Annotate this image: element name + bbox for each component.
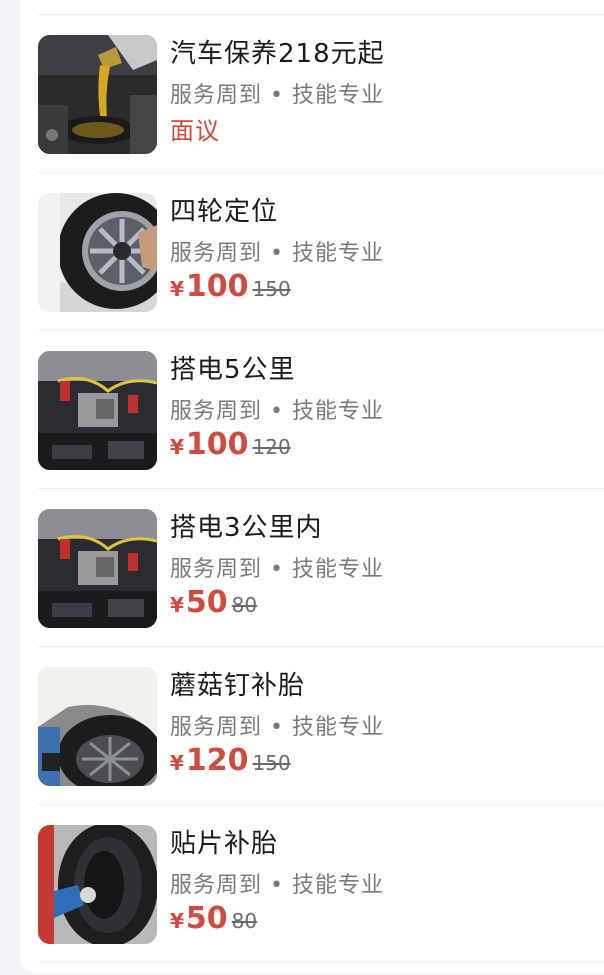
original-price: 80 — [231, 909, 258, 933]
oil-change-photo — [38, 35, 157, 154]
tire-repair-photo — [38, 667, 157, 786]
service-title: 贴片补胎 — [170, 829, 279, 859]
currency-symbol: ¥ — [170, 751, 184, 775]
original-price: 150 — [252, 751, 291, 775]
price-negotiable: 面议 — [170, 117, 220, 145]
service-title: 四轮定位 — [170, 197, 279, 227]
service-item-wheel-alignment[interactable]: 四轮定位 服务周到 • 技能专业 ¥100 150 — [38, 173, 604, 331]
price-row: ¥50 80 — [170, 901, 257, 936]
original-price: 80 — [231, 593, 258, 617]
original-price: 120 — [252, 435, 291, 459]
price-row: ¥120 150 — [170, 743, 291, 778]
price-row: 面议 — [170, 111, 220, 146]
tire-patch-photo — [38, 825, 157, 944]
sale-price: 120 — [185, 743, 249, 778]
service-item-oil-change[interactable]: 汽车保养218元起 服务周到 • 技能专业 面议 — [38, 15, 604, 173]
jump-start-photo — [38, 509, 157, 628]
service-subtitle: 服务周到 • 技能专业 — [170, 873, 384, 898]
sale-price: 100 — [185, 427, 249, 462]
sale-price: 50 — [185, 901, 228, 936]
price-row: ¥50 80 — [170, 585, 257, 620]
service-subtitle: 服务周到 • 技能专业 — [170, 399, 384, 424]
currency-symbol: ¥ — [170, 909, 184, 933]
currency-symbol: ¥ — [170, 277, 184, 301]
sale-price: 100 — [185, 269, 249, 304]
service-title: 汽车保养218元起 — [170, 39, 385, 69]
currency-symbol: ¥ — [170, 593, 184, 617]
price-row: ¥100 120 — [170, 427, 291, 462]
original-price: 150 — [252, 277, 291, 301]
jump-start-photo — [38, 351, 157, 470]
price-row: ¥100 150 — [170, 269, 291, 304]
service-item-jump-start-3km[interactable]: 搭电3公里内 服务周到 • 技能专业 ¥50 80 — [38, 489, 604, 647]
service-subtitle: 服务周到 • 技能专业 — [170, 557, 384, 582]
service-title: 搭电3公里内 — [170, 513, 323, 543]
service-item-patch-tire-repair[interactable]: 贴片补胎 服务周到 • 技能专业 ¥50 80 — [38, 805, 604, 963]
service-item-jump-start-5km[interactable]: 搭电5公里 服务周到 • 技能专业 ¥100 120 — [38, 331, 604, 489]
currency-symbol: ¥ — [170, 435, 184, 459]
sale-price: 50 — [185, 585, 228, 620]
service-item-mushroom-plug-tire-repair[interactable]: 蘑菇钉补胎 服务周到 • 技能专业 ¥120 150 — [38, 647, 604, 805]
service-subtitle: 服务周到 • 技能专业 — [170, 241, 384, 266]
wheel-alignment-photo — [38, 193, 157, 312]
service-title: 搭电5公里 — [170, 355, 296, 385]
service-title: 蘑菇钉补胎 — [170, 671, 306, 701]
service-subtitle: 服务周到 • 技能专业 — [170, 83, 384, 108]
service-subtitle: 服务周到 • 技能专业 — [170, 715, 384, 740]
